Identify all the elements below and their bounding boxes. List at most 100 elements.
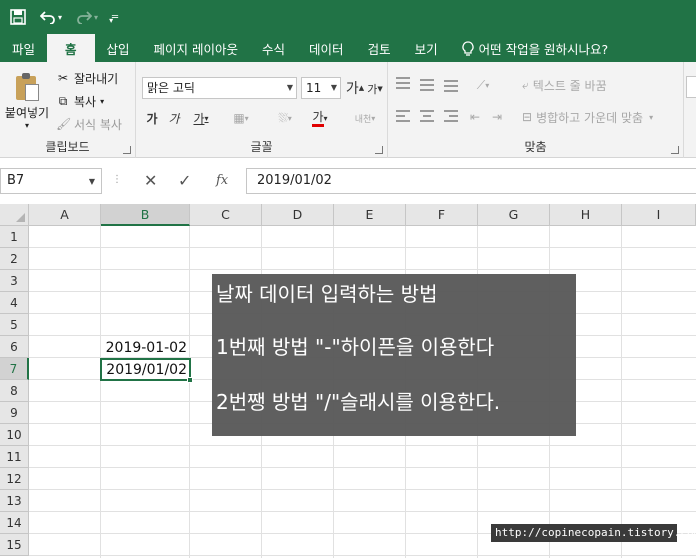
column-header-d[interactable]: D (262, 204, 334, 226)
merge-center-button[interactable]: ⊟ 병합하고 가운데 맞춤 ▾ (522, 107, 653, 127)
tab-data[interactable]: 데이터 (297, 34, 356, 62)
decrease-indent-icon: ⇤ (469, 110, 481, 124)
redo-dropdown-icon[interactable]: ▾ (94, 13, 98, 22)
row-header-8[interactable]: 8 (0, 380, 29, 402)
row-header-4[interactable]: 4 (0, 292, 29, 314)
title-bar: ▾ ▾ ═ ▾ (0, 0, 696, 34)
font-size-select[interactable]: 11 ▼ (301, 77, 341, 99)
column-header-h[interactable]: H (550, 204, 622, 226)
row-header-12[interactable]: 12 (0, 468, 29, 490)
row-header-11[interactable]: 11 (0, 446, 29, 468)
name-box-value: B7 (7, 173, 25, 188)
align-bottom-button[interactable] (444, 77, 460, 92)
bold-button[interactable]: 가 (144, 108, 160, 128)
font-group: 맑은 고딕 ▼ 11 ▼ 가▲ 가▼ 가 가 가▾ ▦▾ ⛆▾ 가▾ (136, 62, 388, 158)
increase-indent-button[interactable]: ⇥ (488, 107, 506, 127)
phonetic-button[interactable]: 내천 ▾ (348, 108, 382, 128)
copy-label: 복사 (74, 94, 97, 109)
formula-input[interactable]: 2019/01/02 (246, 168, 696, 194)
row-header-6[interactable]: 6 (0, 336, 29, 358)
tab-review[interactable]: 검토 (356, 34, 403, 62)
row-header-10[interactable]: 10 (0, 424, 29, 446)
format-painter-label: 서식 복사 (74, 117, 122, 132)
select-all-button[interactable] (0, 204, 29, 226)
active-cell-selection (100, 358, 191, 381)
enter-icon[interactable]: ✓ (178, 171, 191, 190)
wrap-text-button[interactable]: ⤶ 텍스트 줄 바꿈 (522, 75, 607, 95)
column-header-c[interactable]: C (190, 204, 262, 226)
row-header-13[interactable]: 13 (0, 490, 29, 512)
wrap-text-icon: ⤶ (522, 77, 529, 92)
increase-indent-icon: ⇥ (491, 110, 503, 124)
font-launcher-icon[interactable] (375, 146, 383, 154)
tab-formulas[interactable]: 수식 (250, 34, 297, 62)
row-header-15[interactable]: 15 (0, 534, 29, 556)
insert-function-icon[interactable]: fx (216, 173, 228, 188)
save-icon[interactable] (10, 9, 26, 25)
align-middle-button[interactable] (420, 77, 436, 91)
border-button[interactable]: ▦ ▾ (228, 108, 254, 128)
undo-icon[interactable]: ▾ (40, 10, 62, 24)
decrease-indent-button[interactable]: ⇤ (466, 107, 484, 127)
column-header-f[interactable]: F (406, 204, 478, 226)
column-header-b[interactable]: B (101, 204, 190, 226)
row-header-9[interactable]: 9 (0, 402, 29, 424)
tell-me-box[interactable]: 어떤 작업을 원하시나요? (450, 34, 621, 62)
format-painter-button[interactable]: 🖌 서식 복사 (56, 114, 122, 134)
cut-label: 잘라내기 (74, 71, 119, 86)
formula-bar-splitter[interactable]: ⋮ (112, 174, 122, 185)
merge-icon: ⊟ (522, 110, 533, 124)
orientation-button[interactable]: ⟋ ▾ (470, 75, 496, 95)
format-painter-icon: 🖌 (56, 117, 72, 131)
grow-font-button[interactable]: 가 ▲ (346, 78, 364, 98)
align-center-button[interactable] (420, 110, 436, 124)
paste-dropdown-icon[interactable]: ▾ (25, 121, 29, 130)
cancel-icon[interactable]: ✕ (144, 171, 157, 190)
fill-handle[interactable] (187, 377, 193, 383)
alignment-launcher-icon[interactable] (671, 146, 679, 154)
tab-page-layout[interactable]: 페이지 레이아웃 (142, 34, 250, 62)
merge-center-label: 병합하고 가운데 맞춤 (536, 110, 644, 125)
row-header-5[interactable]: 5 (0, 314, 29, 336)
paste-icon (14, 72, 40, 101)
font-name-select[interactable]: 맑은 고딕 ▼ (142, 77, 297, 99)
row-header-7[interactable]: 7 (0, 358, 29, 380)
align-top-button[interactable] (396, 77, 412, 91)
underline-button[interactable]: 가 ▾ (188, 108, 214, 128)
tab-view[interactable]: 보기 (403, 34, 450, 62)
redo-icon[interactable]: ▾ (76, 10, 98, 24)
italic-button[interactable]: 가 (166, 108, 182, 128)
tell-me-text: 어떤 작업을 원하시나요? (478, 41, 609, 57)
tab-file[interactable]: 파일 (0, 34, 47, 62)
tab-insert[interactable]: 삽입 (95, 34, 142, 62)
copy-dropdown-icon[interactable]: ▾ (100, 97, 104, 106)
name-box[interactable]: B7 ▼ (0, 168, 102, 194)
column-header-a[interactable]: A (29, 204, 101, 226)
align-right-button[interactable] (444, 110, 460, 124)
shrink-font-button[interactable]: 가 ▼ (366, 79, 384, 99)
cut-button[interactable]: ✂ 잘라내기 (56, 68, 118, 88)
clipboard-group-label: 클립보드 (45, 140, 90, 154)
number-format-edge[interactable] (686, 76, 696, 98)
fill-color-button[interactable]: ⛆ ▾ (272, 108, 298, 128)
align-left-button[interactable] (396, 110, 412, 124)
row-header-3[interactable]: 3 (0, 270, 29, 292)
row-header-2[interactable]: 2 (0, 248, 29, 270)
font-color-button[interactable]: 가 ▾ (306, 108, 334, 128)
fill-bucket-icon: ⛆ (278, 110, 288, 125)
customize-qat-icon[interactable]: ═ ▾ (109, 12, 122, 25)
tab-home[interactable]: 홈 (47, 34, 95, 62)
row-header-1[interactable]: 1 (0, 226, 29, 248)
wrap-text-label: 텍스트 줄 바꿈 (532, 78, 607, 93)
clipboard-launcher-icon[interactable] (123, 146, 131, 154)
undo-dropdown-icon[interactable]: ▾ (58, 13, 62, 22)
ribbon: 붙여넣기 ▾ ✂ 잘라내기 ⧉ 복사 ▾ 🖌 서식 복사 클립보드 맑은 고딕 … (0, 62, 696, 158)
copy-button[interactable]: ⧉ 복사 ▾ (56, 91, 104, 111)
column-header-g[interactable]: G (478, 204, 550, 226)
column-header-i[interactable]: I (622, 204, 696, 226)
row-header-14[interactable]: 14 (0, 512, 29, 534)
cell-b6[interactable]: 2019-01-02 (101, 337, 190, 359)
paste-button[interactable]: 붙여넣기 ▾ (4, 68, 50, 130)
column-header-e[interactable]: E (334, 204, 406, 226)
copy-icon: ⧉ (58, 93, 68, 108)
